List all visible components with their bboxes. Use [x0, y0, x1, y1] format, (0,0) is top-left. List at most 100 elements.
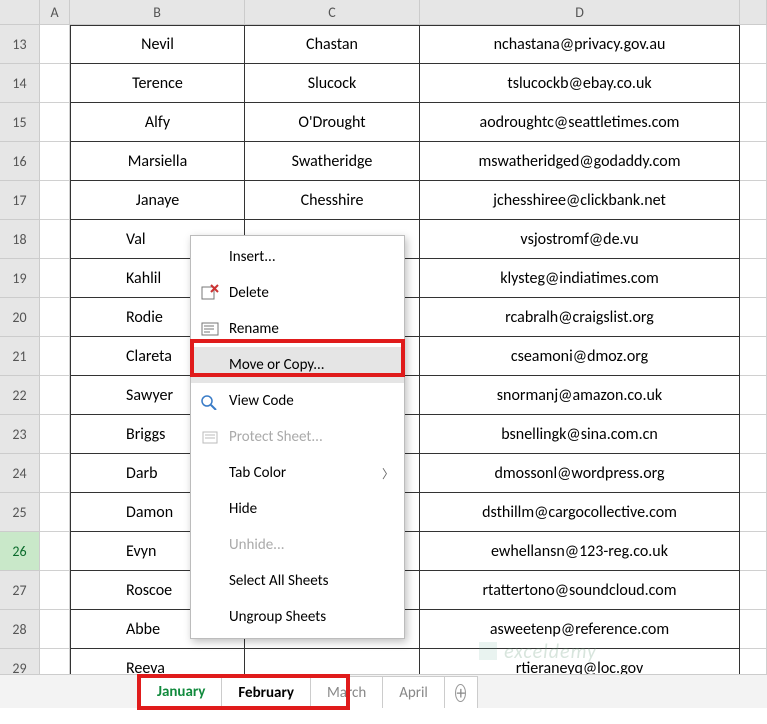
cell-firstname[interactable]: Janaye — [70, 181, 245, 220]
row-header[interactable]: 20 — [0, 298, 40, 337]
new-sheet-button[interactable]: + — [444, 676, 478, 708]
cell-email[interactable]: jchesshiree@clickbank.net — [420, 181, 740, 220]
cell[interactable] — [40, 64, 70, 103]
cell[interactable] — [40, 493, 70, 532]
row-header[interactable]: 28 — [0, 610, 40, 649]
tab-january[interactable]: January — [140, 676, 222, 708]
row-header[interactable]: 26 — [0, 532, 40, 571]
cell[interactable] — [740, 259, 767, 298]
cell[interactable] — [40, 298, 70, 337]
table-row: 13 NevilChastannchastana@privacy.gov.au — [0, 25, 767, 64]
cell[interactable] — [740, 571, 767, 610]
cell[interactable] — [40, 259, 70, 298]
row-header[interactable]: 24 — [0, 454, 40, 493]
cell[interactable] — [40, 220, 70, 259]
cell-email[interactable]: dsthillm@cargocollective.com — [420, 493, 740, 532]
col-header-E[interactable] — [740, 0, 767, 24]
cell-email[interactable]: snormanj@amazon.co.uk — [420, 376, 740, 415]
row-header[interactable]: 25 — [0, 493, 40, 532]
cell[interactable] — [740, 532, 767, 571]
menu-delete[interactable]: Delete — [191, 275, 404, 311]
cell[interactable] — [740, 610, 767, 649]
cell[interactable] — [40, 103, 70, 142]
col-header-C[interactable]: C — [245, 0, 420, 24]
tab-april[interactable]: April — [382, 676, 445, 708]
row-header[interactable]: 13 — [0, 25, 40, 64]
menu-move-or-copy[interactable]: Move or Copy... — [191, 347, 404, 383]
col-header-B[interactable]: B — [70, 0, 245, 24]
cell-firstname[interactable]: Nevil — [70, 25, 245, 64]
col-header-D[interactable]: D — [420, 0, 740, 24]
cell-firstname[interactable]: Marsiella — [70, 142, 245, 181]
table-row: 15 AlfyO'Droughtaodroughtc@seattletimes.c… — [0, 103, 767, 142]
cell[interactable] — [740, 337, 767, 376]
cell[interactable] — [740, 103, 767, 142]
row-header[interactable]: 27 — [0, 571, 40, 610]
table-row: 17 JanayeChesshirejchesshiree@clickbank.n… — [0, 181, 767, 220]
cell-lastname[interactable]: Chastan — [245, 25, 420, 64]
menu-ungroup-sheets[interactable]: Ungroup Sheets — [191, 599, 404, 635]
col-header-A[interactable]: A — [40, 0, 70, 24]
row-header[interactable]: 18 — [0, 220, 40, 259]
cell-lastname[interactable]: Swatheridge — [245, 142, 420, 181]
tab-march[interactable]: March — [310, 676, 383, 708]
cell-lastname[interactable]: O'Drought — [245, 103, 420, 142]
cell[interactable] — [40, 142, 70, 181]
row-header[interactable]: 16 — [0, 142, 40, 181]
menu-insert[interactable]: Insert... — [191, 239, 404, 275]
cell[interactable] — [40, 571, 70, 610]
plus-icon: + — [455, 684, 466, 702]
menu-select-all-sheets[interactable]: Select All Sheets — [191, 563, 404, 599]
cell[interactable] — [740, 415, 767, 454]
cell[interactable] — [740, 64, 767, 103]
row-header[interactable]: 22 — [0, 376, 40, 415]
cell-email[interactable]: asweetenp@reference.com — [420, 610, 740, 649]
menu-rename[interactable]: Rename — [191, 311, 404, 347]
cell-email[interactable]: klysteg@indiatimes.com — [420, 259, 740, 298]
cell-email[interactable]: rcabralh@craigslist.org — [420, 298, 740, 337]
cell-email[interactable]: aodroughtc@seattletimes.com — [420, 103, 740, 142]
cell[interactable] — [40, 532, 70, 571]
cell[interactable] — [740, 220, 767, 259]
cell[interactable] — [740, 25, 767, 64]
cell-email[interactable]: tslucockb@ebay.co.uk — [420, 64, 740, 103]
cell-email[interactable]: cseamoni@dmoz.org — [420, 337, 740, 376]
menu-view-code[interactable]: View Code — [191, 383, 404, 419]
row-header[interactable]: 21 — [0, 337, 40, 376]
cell[interactable] — [740, 298, 767, 337]
cell[interactable] — [40, 181, 70, 220]
cell-email[interactable]: mswatheridged@godaddy.com — [420, 142, 740, 181]
cell-email[interactable]: nchastana@privacy.gov.au — [420, 25, 740, 64]
row-header[interactable]: 14 — [0, 64, 40, 103]
cell-email[interactable]: rtattertono@soundcloud.com — [420, 571, 740, 610]
row-header[interactable]: 23 — [0, 415, 40, 454]
menu-tab-color[interactable]: Tab Color〉 — [191, 455, 404, 491]
cell-email[interactable]: vsjostromf@de.vu — [420, 220, 740, 259]
menu-hide[interactable]: Hide — [191, 491, 404, 527]
cell-lastname[interactable]: Slucock — [245, 64, 420, 103]
tab-february[interactable]: February — [221, 676, 311, 708]
cell-lastname[interactable]: Chesshire — [245, 181, 420, 220]
cell[interactable] — [40, 376, 70, 415]
row-header[interactable]: 17 — [0, 181, 40, 220]
cell-email[interactable]: ewhellansn@123-reg.co.uk — [420, 532, 740, 571]
cell-firstname[interactable]: Terence — [70, 64, 245, 103]
cell[interactable] — [40, 415, 70, 454]
cell-email[interactable]: bsnellingk@sina.com.cn — [420, 415, 740, 454]
cell[interactable] — [40, 337, 70, 376]
cell-email[interactable]: dmossonl@wordpress.org — [420, 454, 740, 493]
select-all-corner[interactable] — [0, 0, 40, 24]
protect-icon — [199, 426, 221, 448]
cell-firstname[interactable]: Alfy — [70, 103, 245, 142]
cell[interactable] — [740, 376, 767, 415]
cell[interactable] — [40, 610, 70, 649]
cell[interactable] — [40, 25, 70, 64]
cell[interactable] — [740, 493, 767, 532]
cell[interactable] — [40, 454, 70, 493]
cell[interactable] — [740, 142, 767, 181]
cell[interactable] — [740, 454, 767, 493]
row-header[interactable]: 19 — [0, 259, 40, 298]
cell[interactable] — [740, 181, 767, 220]
delete-icon — [199, 282, 221, 304]
row-header[interactable]: 15 — [0, 103, 40, 142]
